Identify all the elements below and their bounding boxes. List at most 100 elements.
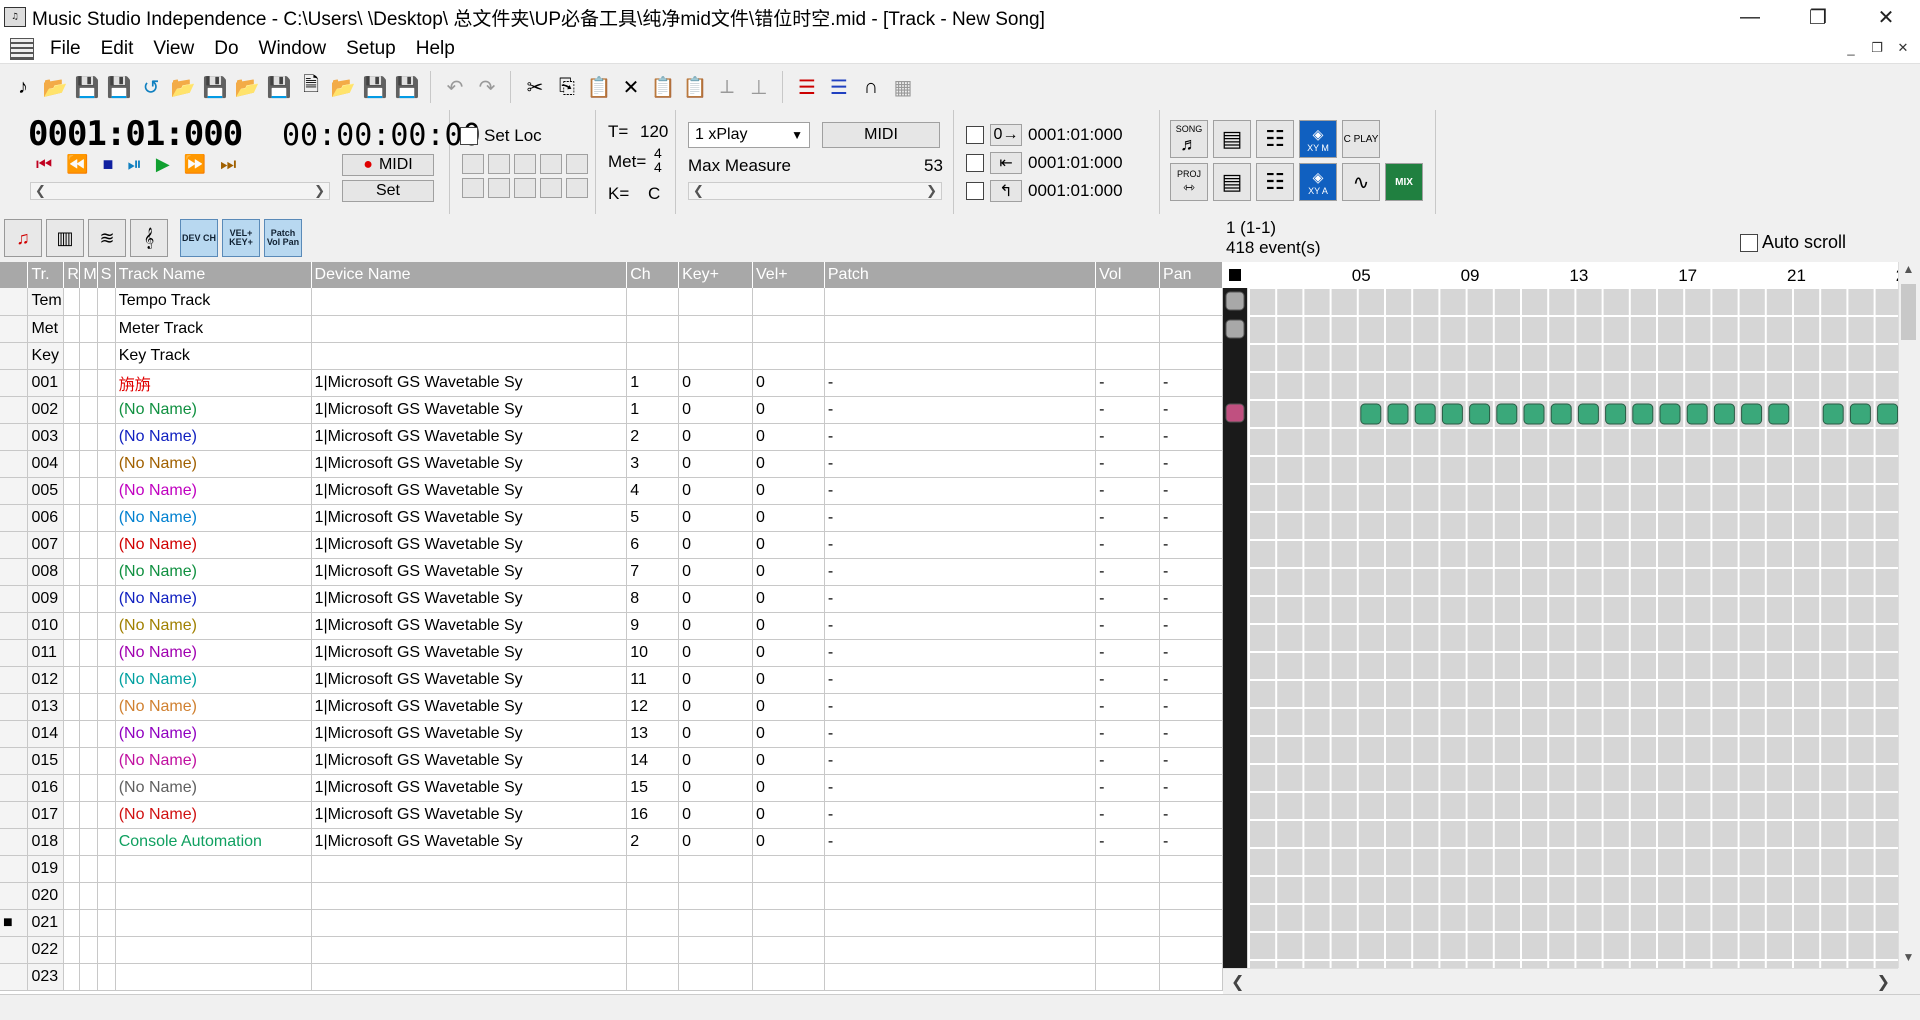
pan[interactable]: -: [1159, 828, 1223, 856]
c-play-button[interactable]: C PLAY: [1342, 120, 1380, 158]
volume[interactable]: [1095, 882, 1161, 910]
patch[interactable]: -: [824, 531, 1097, 559]
patch[interactable]: -: [824, 558, 1097, 586]
record-toggle[interactable]: [63, 369, 81, 397]
key-offset[interactable]: 0: [678, 666, 753, 694]
pan[interactable]: -: [1159, 639, 1223, 667]
volume[interactable]: [1095, 936, 1161, 964]
key-offset[interactable]: [678, 315, 753, 343]
channel[interactable]: [626, 288, 680, 316]
track-name[interactable]: (No Name): [115, 774, 312, 802]
row-selector[interactable]: [0, 666, 29, 694]
mute-toggle[interactable]: [79, 504, 98, 532]
channel[interactable]: 11: [626, 666, 680, 694]
velocity-offset[interactable]: 0: [752, 369, 825, 397]
loc-slot[interactable]: [514, 178, 536, 198]
track-name[interactable]: Tempo Track: [115, 288, 312, 316]
cut-icon[interactable]: ✂: [522, 74, 548, 100]
pan[interactable]: [1159, 288, 1223, 316]
mute-toggle[interactable]: [79, 909, 98, 937]
pan[interactable]: -: [1159, 774, 1223, 802]
row-selector[interactable]: [0, 342, 29, 370]
key-offset[interactable]: 0: [678, 450, 753, 478]
volume[interactable]: -: [1095, 720, 1161, 748]
scroll-right-icon[interactable]: ❯: [1877, 972, 1890, 992]
key-offset[interactable]: 0: [678, 423, 753, 451]
key-offset[interactable]: [678, 936, 753, 964]
velocity-offset[interactable]: 0: [752, 396, 825, 424]
patch[interactable]: -: [824, 828, 1097, 856]
device-name[interactable]: 1|Microsoft GS Wavetable Sy: [311, 477, 628, 505]
table-row[interactable]: 002 (No Name) 1|Microsoft GS Wavetable Sy 1…: [0, 396, 1223, 424]
measure-overview[interactable]: 050913172125: [1223, 262, 1898, 968]
channel[interactable]: [626, 882, 680, 910]
solo-toggle[interactable]: [97, 612, 116, 640]
row-selector[interactable]: [0, 828, 29, 856]
record-toggle[interactable]: [63, 531, 81, 559]
channel[interactable]: 14: [626, 747, 680, 775]
locator-3[interactable]: 0001:01:000: [1028, 181, 1123, 201]
track-number[interactable]: 003: [27, 423, 65, 451]
scroll-left-icon[interactable]: ❮: [35, 183, 46, 199]
row-selector[interactable]: [0, 774, 29, 802]
patch[interactable]: [824, 315, 1097, 343]
pan[interactable]: -: [1159, 747, 1223, 775]
track-name[interactable]: Console Automation: [115, 828, 312, 856]
velocity-offset[interactable]: 0: [752, 585, 825, 613]
mute-toggle[interactable]: [79, 936, 98, 964]
track-name[interactable]: (No Name): [115, 558, 312, 586]
table-row[interactable]: 020: [0, 882, 1223, 910]
patch[interactable]: -: [824, 693, 1097, 721]
volume[interactable]: [1095, 315, 1161, 343]
pan[interactable]: -: [1159, 666, 1223, 694]
device-name[interactable]: [311, 909, 628, 937]
track-name[interactable]: [115, 855, 312, 883]
device-name[interactable]: [311, 882, 628, 910]
device-name[interactable]: 1|Microsoft GS Wavetable Sy: [311, 396, 628, 424]
volume[interactable]: [1095, 288, 1161, 316]
column-m[interactable]: M: [79, 262, 98, 288]
menu-edit[interactable]: Edit: [91, 34, 144, 64]
table-row[interactable]: ■ 021: [0, 909, 1223, 937]
pan[interactable]: [1159, 936, 1223, 964]
patch[interactable]: [824, 963, 1097, 991]
stop-icon[interactable]: ■: [103, 154, 114, 175]
mdi-minimize-button[interactable]: _: [1840, 38, 1862, 58]
volume[interactable]: -: [1095, 774, 1161, 802]
volume[interactable]: -: [1095, 477, 1161, 505]
pan[interactable]: [1159, 909, 1223, 937]
patch[interactable]: [824, 936, 1097, 964]
project-view-button[interactable]: PROJ ⇿: [1170, 163, 1208, 201]
volume[interactable]: -: [1095, 801, 1161, 829]
split-icon[interactable]: ⟂: [714, 74, 740, 100]
volume[interactable]: -: [1095, 450, 1161, 478]
mute-toggle[interactable]: [79, 288, 98, 316]
list-select-icon[interactable]: ☰: [826, 74, 852, 100]
song-view-button[interactable]: SONG ♬: [1170, 120, 1208, 158]
device-name[interactable]: 1|Microsoft GS Wavetable Sy: [311, 828, 628, 856]
document-icon[interactable]: [10, 37, 34, 60]
volume[interactable]: -: [1095, 423, 1161, 451]
channel[interactable]: 16: [626, 801, 680, 829]
track-name[interactable]: (No Name): [115, 612, 312, 640]
table-row[interactable]: 011 (No Name) 1|Microsoft GS Wavetable Sy 1…: [0, 639, 1223, 667]
locator-checkbox-1[interactable]: [966, 126, 984, 144]
play-mode-select[interactable]: 1 xPlay ▼: [688, 122, 810, 148]
scroll-right-icon[interactable]: ❯: [314, 183, 325, 199]
loop-end-icon[interactable]: ↰: [990, 180, 1022, 202]
column-tr[interactable]: Tr.: [27, 262, 65, 288]
max-measure-value[interactable]: 53: [924, 156, 943, 176]
track-name[interactable]: (No Name): [115, 693, 312, 721]
solo-toggle[interactable]: [97, 666, 116, 694]
device-name[interactable]: 1|Microsoft GS Wavetable Sy: [311, 612, 628, 640]
mute-toggle[interactable]: [79, 639, 98, 667]
locator-checkbox-2[interactable]: [966, 154, 984, 172]
patch[interactable]: -: [824, 585, 1097, 613]
table-row[interactable]: 018 Console Automation 1|Microsoft GS Wave…: [0, 828, 1223, 856]
velocity-offset[interactable]: [752, 963, 825, 991]
track-number[interactable]: 005: [27, 477, 65, 505]
device-name[interactable]: [311, 288, 628, 316]
velocity-offset[interactable]: 0: [752, 639, 825, 667]
track-number[interactable]: 007: [27, 531, 65, 559]
horizontal-scrollbar[interactable]: ❮ ❯: [1223, 968, 1898, 994]
